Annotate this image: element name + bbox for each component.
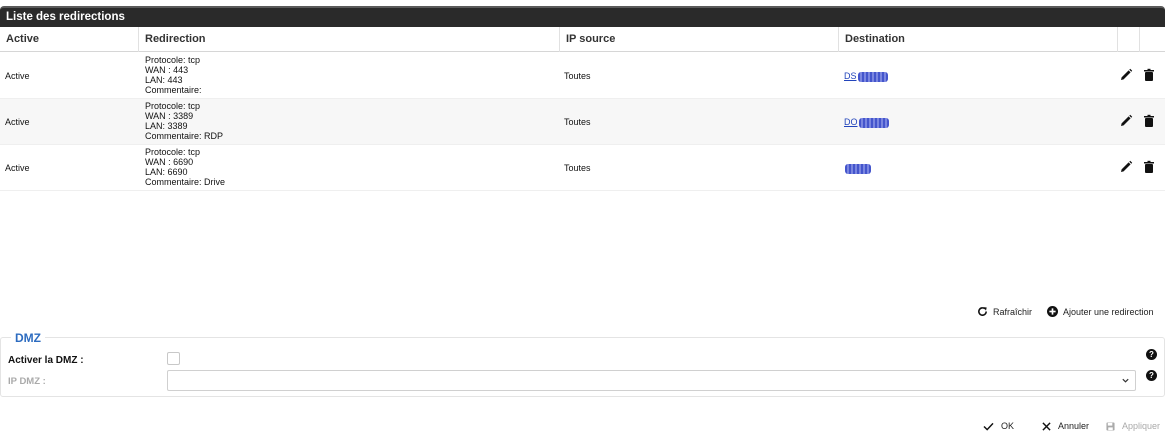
ip-dmz-label: IP DMZ :: [8, 376, 46, 387]
redirection-protocol: Protocole: tcp: [145, 101, 201, 111]
redirection-wan: WAN : 6690: [145, 157, 194, 167]
enable-dmz-checkbox[interactable]: [167, 352, 180, 365]
panel-title: Liste des redirections: [6, 11, 125, 23]
column-header-destination[interactable]: Destination: [839, 27, 1118, 52]
table-row[interactable]: Active Protocole: tcp WAN : 6690 LAN: 66…: [0, 145, 1165, 191]
dmz-section: DMZ Activer la DMZ : IP DMZ : ? ?: [0, 331, 1165, 397]
edit-icon[interactable]: [1119, 114, 1133, 128]
redirection-lan: LAN: 443: [145, 75, 183, 85]
redacted-mark: [845, 163, 871, 174]
cell-active: Active: [5, 71, 30, 81]
save-icon: [1106, 421, 1115, 431]
edit-icon[interactable]: [1119, 160, 1133, 174]
dmz-title: DMZ: [11, 331, 45, 345]
table-row[interactable]: Active Protocole: tcp WAN : 443 LAN: 443…: [0, 53, 1165, 99]
apply-button[interactable]: Appliquer: [1106, 421, 1160, 431]
column-header-ip-source[interactable]: IP source: [560, 27, 839, 52]
cell-ip-source: Toutes: [564, 163, 591, 173]
refresh-icon: [978, 307, 987, 316]
ip-dmz-select[interactable]: [167, 370, 1136, 391]
cell-redirection: Protocole: tcp WAN : 3389 LAN: 3389 Comm…: [145, 101, 223, 141]
chevron-down-icon: [1122, 378, 1129, 383]
redirection-wan: WAN : 3389: [145, 111, 194, 121]
destination-text: DO: [844, 117, 858, 127]
redirection-wan: WAN : 443: [145, 65, 189, 75]
plus-circle-icon: [1047, 306, 1058, 317]
redirection-protocol: Protocole: tcp: [145, 147, 201, 157]
cell-redirection: Protocole: tcp WAN : 6690 LAN: 6690 Comm…: [145, 147, 225, 187]
cell-ip-source: Toutes: [564, 71, 591, 81]
edit-icon[interactable]: [1119, 68, 1133, 82]
close-icon: [1042, 421, 1051, 431]
help-icon[interactable]: ?: [1146, 349, 1157, 360]
apply-label: Appliquer: [1122, 421, 1161, 431]
add-redirection-button[interactable]: Ajouter une redirection: [1047, 306, 1154, 317]
add-redirection-label: Ajouter une redirection: [1063, 306, 1154, 317]
refresh-label: Rafraîchir: [993, 306, 1033, 317]
cancel-label: Annuler: [1058, 421, 1090, 431]
panel-header: Liste des redirections: [0, 6, 1165, 27]
redirection-lan: LAN: 6690: [145, 167, 188, 177]
trash-icon[interactable]: [1142, 114, 1156, 128]
trash-icon[interactable]: [1142, 160, 1156, 174]
ok-label: OK: [1001, 421, 1015, 431]
cell-destination-link[interactable]: [844, 163, 871, 174]
destination-text: DS: [844, 71, 857, 81]
column-header-edit: [1118, 27, 1140, 52]
enable-dmz-label: Activer la DMZ :: [8, 355, 84, 366]
column-header-delete: [1140, 27, 1165, 52]
ok-button[interactable]: OK: [983, 421, 1014, 431]
redacted-mark: [858, 117, 889, 128]
cell-destination-link[interactable]: DS: [844, 71, 888, 82]
trash-icon[interactable]: [1142, 68, 1156, 82]
redirection-comment: Commentaire: RDP: [145, 131, 224, 141]
redacted-mark: [857, 71, 888, 82]
column-header-active[interactable]: Active: [0, 27, 139, 52]
redirection-comment: Commentaire:: [145, 85, 202, 95]
help-icon[interactable]: ?: [1146, 370, 1157, 381]
table-row[interactable]: Active Protocole: tcp WAN : 3389 LAN: 33…: [0, 99, 1165, 145]
cell-active: Active: [5, 163, 30, 173]
cancel-button[interactable]: Annuler: [1042, 421, 1089, 431]
check-icon: [983, 422, 994, 431]
refresh-button[interactable]: Rafraîchir: [977, 306, 1032, 317]
cell-ip-source: Toutes: [564, 117, 591, 127]
redirection-comment: Commentaire: Drive: [145, 177, 226, 187]
column-header-redirection[interactable]: Redirection: [139, 27, 560, 52]
table-header: Active Redirection IP source Destination: [0, 27, 1165, 52]
cell-redirection: Protocole: tcp WAN : 443 LAN: 443 Commen…: [145, 55, 202, 95]
cell-active: Active: [5, 117, 30, 127]
cell-destination-link[interactable]: DO: [844, 117, 889, 128]
redirection-protocol: Protocole: tcp: [145, 55, 201, 65]
redirection-lan: LAN: 3389: [145, 121, 188, 131]
